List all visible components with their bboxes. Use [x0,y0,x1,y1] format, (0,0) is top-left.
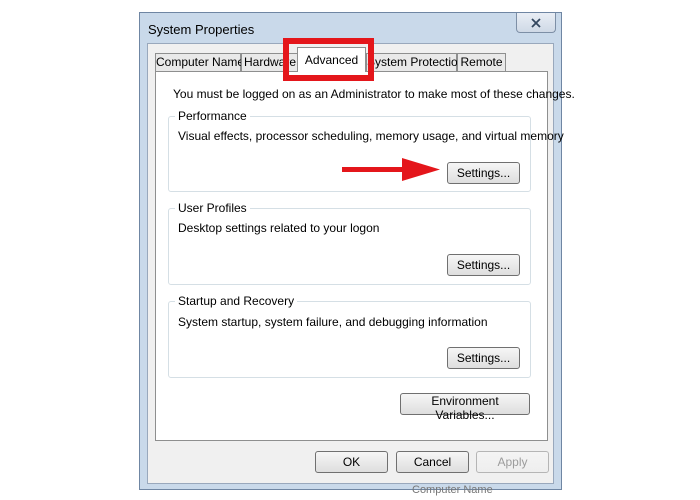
advanced-tab-highlight-box [283,38,374,81]
close-icon [531,17,541,28]
group-description: Desktop settings related to your logon [178,221,380,235]
group-title: Performance [175,109,250,123]
group-description: Visual effects, processor scheduling, me… [178,129,564,143]
ok-button[interactable]: OK [315,451,388,473]
window-title: System Properties [148,22,255,37]
red-arrow-icon [342,158,440,181]
tab-label: Computer Name [156,55,245,69]
tab-label: Remote [460,55,503,69]
background-text-fragment: Computer Name [412,484,493,496]
tab-label: System Protection [367,55,465,69]
group-title: Startup and Recovery [175,294,298,308]
apply-button: Apply [476,451,549,473]
startup-recovery-settings-button[interactable]: Settings... [447,347,520,369]
user-profiles-settings-button[interactable]: Settings... [447,254,520,276]
performance-settings-button[interactable]: Settings... [447,162,520,184]
group-description: System startup, system failure, and debu… [178,315,488,329]
tab-computer-name[interactable]: Computer Name [155,53,245,71]
close-button[interactable] [516,13,556,33]
group-title: User Profiles [175,201,250,215]
cancel-button[interactable]: Cancel [396,451,469,473]
admin-notice: You must be logged on as an Administrato… [173,87,575,101]
environment-variables-button[interactable]: Environment Variables... [400,393,530,422]
tab-remote[interactable]: Remote [457,53,506,71]
tab-system-protection[interactable]: System Protection [366,53,464,71]
